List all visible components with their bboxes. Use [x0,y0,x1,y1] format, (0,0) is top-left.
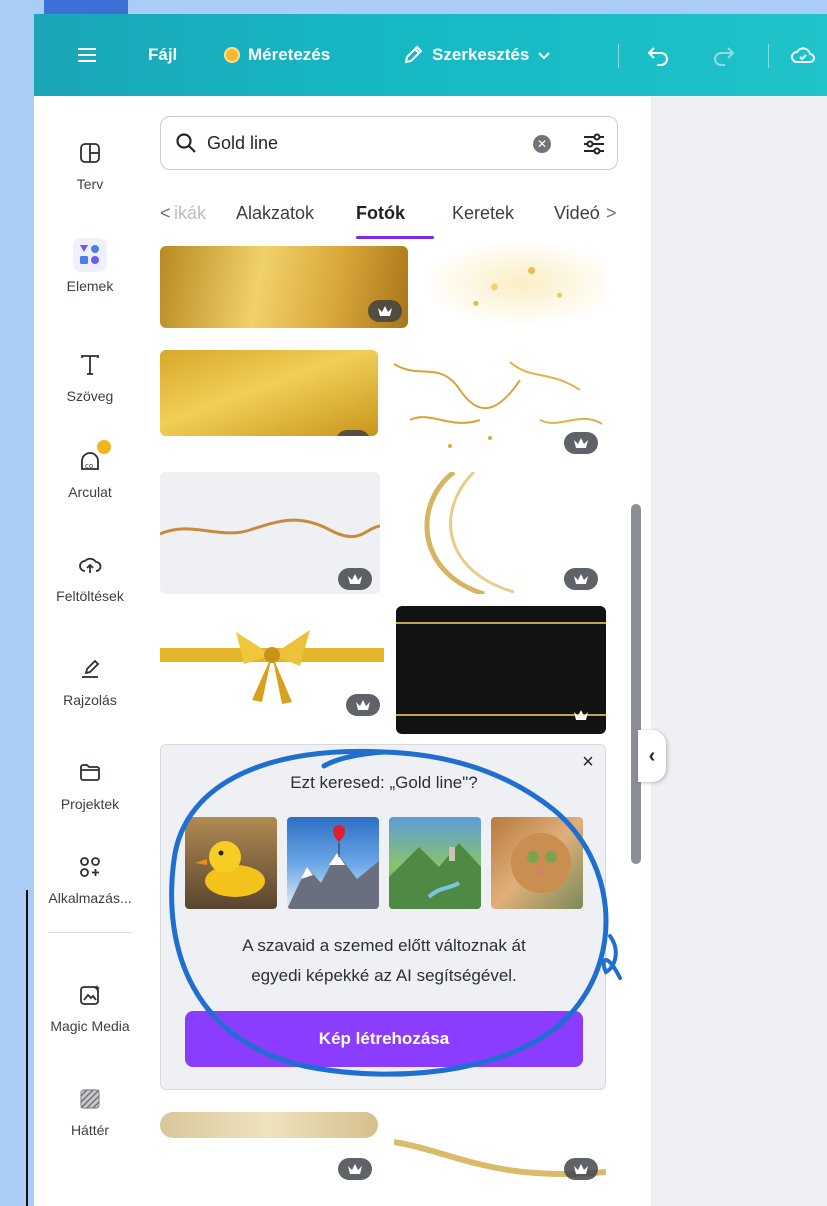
photo-gold-foil[interactable] [160,350,378,436]
premium-crown-icon [564,1158,598,1180]
editor-window: Fájl Méretezés Szerkesztés Terv Elemek S… [34,14,827,1206]
photo-gold-ribbon-bow[interactable] [160,608,384,720]
search-box: ✕ [160,116,618,170]
shapes-icon [73,238,107,272]
active-tab-underline [356,236,434,239]
sidebar-item-label: Feltöltések [56,588,124,604]
rail-divider [48,932,132,933]
collapse-panel-button[interactable]: ‹ [638,730,666,782]
premium-crown-icon [338,568,372,590]
folder-icon [73,756,107,790]
desktop-block [44,0,128,14]
search-input[interactable] [207,132,527,154]
side-rail: Terv Elemek Szöveg co Arculat Feltöltése… [34,96,146,1206]
sidebar-item-label: Projektek [60,796,120,812]
annotation-circle [169,748,622,1077]
sidebar-item-magic-media[interactable]: Magic Media [34,978,146,1034]
tab-videok[interactable]: Videó [554,200,600,240]
tabs-next-arrow[interactable]: > [606,200,617,226]
photo-black-gold-frame[interactable] [396,606,606,734]
sidebar-item-label: Háttér [70,1122,110,1138]
sidebar-item-terv[interactable]: Terv [34,136,146,192]
premium-crown-icon [338,1158,372,1180]
photo-gold-brush-stroke[interactable] [160,1104,378,1144]
apps-icon [73,850,107,884]
redo-icon [714,47,735,66]
toolbar-divider [618,44,619,68]
hamburger-icon [78,48,96,62]
tab-keretek[interactable]: Keretek [452,200,514,240]
premium-crown-icon [346,694,380,716]
premium-crown-icon [564,432,598,454]
sidebar-item-hatter[interactable]: Háttér [34,1082,146,1138]
design-canvas-area[interactable] [651,96,827,1206]
tab-alakzatok[interactable]: Alakzatok [236,200,314,240]
undo-icon [647,47,668,66]
tab-grafikak[interactable]: ikák [174,200,206,240]
pencil-icon [404,45,423,64]
sidebar-item-rajzolas[interactable]: Rajzolás [34,652,146,708]
premium-badge-icon [97,440,111,454]
chevron-left-icon: ‹ [648,744,656,767]
photo-gold-glitter[interactable] [420,246,606,328]
chevron-down-icon [538,52,551,60]
file-menu[interactable]: Fájl [148,40,177,70]
premium-crown-icon [564,704,598,726]
brush-stroke-shape [160,1112,378,1138]
gold-line-top [396,622,606,624]
resize-label: Méretezés [248,45,331,64]
sidebar-item-feltoltesek[interactable]: Feltöltések [34,548,146,604]
sidebar-item-projektek[interactable]: Projektek [34,756,146,812]
upload-cloud-icon [73,548,107,582]
sidebar-item-arculat[interactable]: co Arculat [34,440,146,500]
text-icon [73,348,107,382]
clear-icon[interactable]: ✕ [533,135,551,153]
sidebar-item-label: Terv [76,176,104,192]
photo-gold-gradient[interactable] [160,246,408,328]
photo-gold-swirl[interactable] [394,472,606,594]
sidebar-item-label: Magic Media [50,1018,130,1034]
draw-pen-icon [73,652,107,686]
edit-menu[interactable]: Szerkesztés [402,40,551,70]
top-toolbar: Fájl Méretezés Szerkesztés [34,14,827,96]
menu-button[interactable] [76,40,98,70]
sidebar-item-label: Arculat [68,484,112,500]
category-tabs: < ikák Alakzatok Fotók Keretek Videó > [160,200,620,240]
sidebar-item-label: Elemek [66,278,114,294]
tabs-prev-arrow[interactable]: < [160,200,171,226]
undo-button[interactable] [646,40,670,70]
save-status-button[interactable] [790,40,816,70]
filter-sliders-icon[interactable] [581,131,607,157]
tab-fotok[interactable]: Fotók [356,200,405,240]
photo-gold-wave-line[interactable] [160,472,380,594]
resize-menu[interactable]: Méretezés [224,40,330,70]
window-edge-line [26,890,28,1206]
toolbar-divider [768,44,769,68]
sidebar-item-elemek[interactable]: Elemek [34,238,146,294]
layout-icon [73,136,107,170]
premium-crown-icon [368,300,402,322]
sidebar-item-alkalmazasok[interactable]: Alkalmazás... [34,850,146,906]
premium-crown-icon [564,568,598,590]
sidebar-item-label: Alkalmazás... [48,890,132,906]
magic-media-icon [73,978,107,1012]
photo-gold-wave-bottom[interactable] [394,1112,606,1206]
desktop-strip [0,0,827,14]
sidebar-item-szoveg[interactable]: Szöveg [34,348,146,404]
search-icon [176,133,196,153]
cloud-check-icon [791,47,815,63]
redo-button[interactable] [712,40,736,70]
sidebar-item-label: Rajzolás [63,692,117,708]
sidebar-item-label: Szöveg [66,388,114,404]
file-label: Fájl [148,45,178,64]
background-pattern-icon [73,1082,107,1116]
premium-crown-icon [336,430,370,436]
edit-label: Szerkesztés [432,45,530,64]
photo-gold-streamers[interactable] [390,350,606,458]
svg-text:co: co [85,462,93,470]
crown-dot-icon [224,47,240,63]
brand-icon: co [73,440,111,478]
